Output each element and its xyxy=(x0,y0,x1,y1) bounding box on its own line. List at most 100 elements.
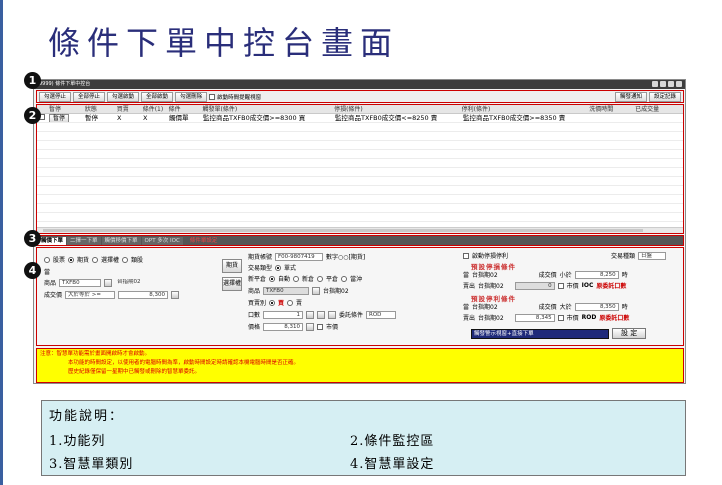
radio-single[interactable] xyxy=(275,264,282,271)
delete-selected-button[interactable]: 勾選刪除 xyxy=(175,91,208,102)
radio-buy[interactable] xyxy=(269,299,276,306)
order-cond-select[interactable]: ROD xyxy=(366,310,397,319)
item-name: 台指期02 xyxy=(323,288,349,295)
trigger-notify-button[interactable]: 觸發通知 xyxy=(614,91,647,102)
stop-all-button[interactable]: 全部停止 xyxy=(73,91,106,102)
tab-either-order[interactable]: 二擇一下單 xyxy=(67,237,101,245)
col-header-cond1[interactable]: 條件(1) xyxy=(141,105,167,113)
tp-when-row: 當 台指期02 成交價 大於 8,350 時 xyxy=(463,302,628,311)
row-take-profit: 監控商品TXFB0成交價>=8350 賣 xyxy=(463,114,566,122)
radio-futures[interactable] xyxy=(68,256,75,263)
product-code-input[interactable]: TXFB0 xyxy=(59,278,102,287)
trade-session-select[interactable]: 日盤 xyxy=(638,251,667,260)
stop-selected-button[interactable]: 勾選停止 xyxy=(39,91,72,102)
radio-stock[interactable] xyxy=(44,256,50,263)
tp-price-input[interactable]: 8,345 xyxy=(514,313,555,322)
col-header-take-profit[interactable]: 停利(條件) xyxy=(460,105,588,113)
submit-row: 觸發警示視窗+直接下單 設 定 xyxy=(471,328,647,339)
tp-note: 原委託口數 xyxy=(599,315,630,322)
slide-title: 條件下單中控台畫面 xyxy=(48,24,400,62)
empty-row xyxy=(37,168,683,177)
open-close-label: 新平倉 xyxy=(248,276,267,283)
empty-row xyxy=(37,159,683,168)
sl-sell-product: 台指期02 xyxy=(478,283,504,290)
checkbox-box[interactable] xyxy=(209,93,216,100)
price2-edit-icon[interactable] xyxy=(306,322,315,331)
tab-opt-multi-ioc[interactable]: OPT 多次 IOC xyxy=(141,237,183,245)
item-label: 商品 xyxy=(248,288,261,295)
tab-bar-note: 條件單設定 xyxy=(189,238,218,244)
qty-minus-icon[interactable] xyxy=(317,310,326,319)
col-header-trigger[interactable]: 觸發單(條件) xyxy=(201,105,333,113)
sl-cond: 小於 xyxy=(559,272,572,279)
radio-close[interactable] xyxy=(317,275,324,282)
qty-input[interactable]: 1 xyxy=(263,310,304,319)
product-row: 商品 TXFB0 台指期02 xyxy=(44,278,171,287)
horizontal-scrollbar[interactable] xyxy=(37,227,683,233)
radio-auto[interactable] xyxy=(269,275,276,282)
window-title: (9999) 條件下單中控台 xyxy=(37,81,91,87)
minimize-icon[interactable] xyxy=(660,81,666,87)
settings-log-button[interactable]: 設定記錄 xyxy=(648,91,681,102)
tp-rod: ROD xyxy=(581,314,597,321)
tab-touch-shift-order[interactable]: 觸價移價下單 xyxy=(101,237,141,245)
set-button[interactable]: 設 定 xyxy=(612,328,647,339)
price-condition-select[interactable]: 大於等於 >= xyxy=(65,290,116,299)
radio-new[interactable] xyxy=(293,275,300,282)
radio-daytrade[interactable] xyxy=(341,275,348,282)
close-icon[interactable] xyxy=(676,81,682,87)
item-code-input[interactable]: TXFB0 xyxy=(263,286,310,295)
pause-button[interactable]: 暫停 xyxy=(49,114,70,122)
scrollbar-thumb[interactable] xyxy=(43,229,643,232)
futures-side-button[interactable]: 期貨 xyxy=(222,259,242,273)
reminder-checkbox[interactable]: 啟動時間提醒視窗 xyxy=(209,93,261,101)
qty-plus-icon[interactable] xyxy=(328,310,337,319)
trigger-checkbox[interactable] xyxy=(463,252,469,259)
row-pause-cell: 暫停 xyxy=(47,114,83,122)
col-header-stop-loss[interactable]: 停損(條件) xyxy=(332,105,460,113)
market-price-checkbox[interactable] xyxy=(317,323,324,330)
open-close-row: 新平倉 自動 新倉 平倉 當沖 xyxy=(248,274,362,283)
price-input[interactable]: 8,300 xyxy=(118,290,169,299)
col-header-pause[interactable]: 暫停 xyxy=(47,105,83,113)
start-selected-button[interactable]: 勾選啟動 xyxy=(107,91,140,102)
start-all-button[interactable]: 全部啟動 xyxy=(141,91,174,102)
trade-type-value: 單式 xyxy=(284,265,297,272)
sl-market-checkbox[interactable] xyxy=(557,282,564,289)
qty-edit-icon[interactable] xyxy=(306,310,315,319)
account-select[interactable]: F00-9807419 xyxy=(275,252,324,261)
tp-value-input[interactable]: 8,350 xyxy=(574,302,619,311)
callout-badge-2: 2 xyxy=(24,107,41,124)
radio-sector[interactable] xyxy=(122,256,129,263)
trade-session-row: 交易種類 日盤 xyxy=(611,251,667,260)
empty-row xyxy=(37,186,683,195)
sl-value-input[interactable]: 8,250 xyxy=(574,270,619,279)
sl-qty-input[interactable]: 0 xyxy=(514,281,555,290)
radio-options[interactable] xyxy=(92,256,99,263)
maximize-icon[interactable] xyxy=(668,81,674,87)
product-search-icon[interactable] xyxy=(104,278,113,287)
table-row[interactable]: 暫停 暫停 X X 觸價單 監控商品TXFB0成交價>=8300 買 監控商品T… xyxy=(37,114,683,123)
tp-cond: 大於 xyxy=(559,304,572,311)
col-header-status[interactable]: 狀態 xyxy=(83,105,115,113)
slide-accent-bar xyxy=(0,0,3,485)
radio-buy-label: 買 xyxy=(278,300,285,307)
help-icon[interactable] xyxy=(652,81,658,87)
col-header-time[interactable]: 洗價時間 xyxy=(587,105,633,113)
description-box: 功能說明： 1.功能列 2.條件監控區 3.智慧單類別 4.智慧單設定 xyxy=(41,400,686,476)
col-header-cond[interactable]: 條件 xyxy=(167,105,201,113)
col-header-side[interactable]: 買賣 xyxy=(115,105,141,113)
alert-mode-select[interactable]: 觸發警示視窗+直接下單 xyxy=(471,328,609,339)
col-header-filled[interactable]: 已成交量 xyxy=(633,105,683,113)
empty-row xyxy=(37,123,683,132)
condition-column: 股票 期貨 選擇權 類股 當 商品 TXFB0 台指期02 成交價 大於等於 >… xyxy=(40,251,220,343)
item-search-icon[interactable] xyxy=(312,286,321,295)
price2-input[interactable]: 8,310 xyxy=(263,322,304,331)
options-side-button[interactable]: 選擇權 xyxy=(222,277,242,291)
tp-market-checkbox[interactable] xyxy=(557,314,564,321)
app-window: (9999) 條件下單中控台 勾選停止 全部停止 勾選啟動 全部啟動 勾選刪除 … xyxy=(33,79,686,384)
tab-touch-order[interactable]: 觸價下單 xyxy=(38,237,67,245)
radio-sector-label: 類股 xyxy=(131,257,144,264)
radio-sell[interactable] xyxy=(287,299,294,306)
price-spinner-icon[interactable] xyxy=(171,290,180,299)
